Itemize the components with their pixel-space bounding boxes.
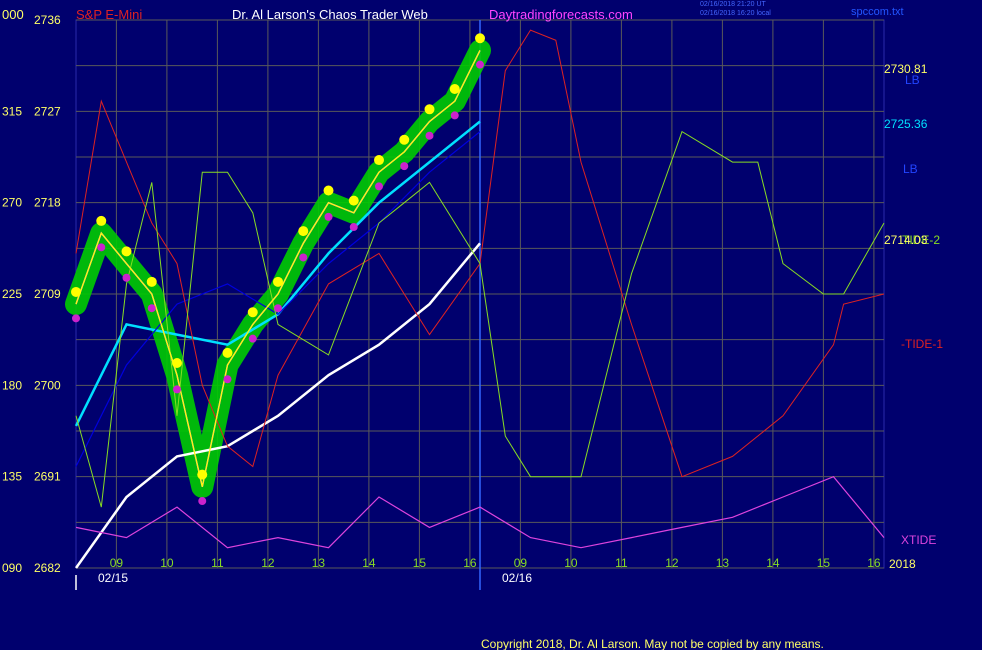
symbol-label: S&P E-Mini (76, 7, 142, 22)
y-tick-label: 2718 (34, 196, 61, 210)
high-dot (197, 469, 208, 480)
y-tick-label: 2709 (34, 287, 61, 301)
chart-title: Dr. Al Larson's Chaos Trader Web (232, 7, 428, 22)
high-dot (222, 347, 233, 358)
chart-canvas: 2736 2727 315 2718 270 2709 225 2700 180 2691 135 2… (0, 0, 982, 650)
high-dot (323, 185, 334, 196)
x-tick-label: 09 (110, 556, 124, 570)
timestamp-local: 02/16/2018 16:20 local (700, 10, 771, 17)
xtide-label: XTIDE (901, 533, 936, 547)
tide1-label: -TIDE-1 (901, 337, 943, 351)
y-tick-label: 2700 (34, 378, 61, 392)
low-dot (450, 111, 459, 120)
high-dot (247, 307, 258, 318)
low-dot (122, 273, 131, 282)
x-tick-label: 12 (665, 556, 679, 570)
x-tick-label: 14 (362, 556, 376, 570)
date-label: 02/15 (98, 571, 128, 585)
low-dot (248, 334, 257, 343)
x-tick-label: 10 (160, 556, 174, 570)
top-left-code: 000 (2, 7, 24, 22)
low-dot (349, 223, 358, 232)
x-tick-label: 09 (514, 556, 528, 570)
x-tick-label: 12 (261, 556, 275, 570)
high-dot (273, 276, 283, 287)
high-dot (399, 134, 410, 145)
low-dot (425, 131, 434, 140)
y-code-label: 315 (2, 104, 22, 118)
low-dot (400, 162, 409, 171)
y-code-label: 090 (2, 561, 22, 575)
low-dot (198, 497, 207, 506)
x-tick-label: 16 (463, 556, 477, 570)
high-dot (146, 276, 157, 287)
y-tick-label: 2691 (34, 470, 61, 484)
lb-value-label: 2725.36 (884, 117, 928, 131)
year-label: 2018 (889, 557, 916, 571)
lb-label: LB (903, 162, 918, 176)
high-dot (475, 33, 485, 44)
high-dot (298, 226, 309, 237)
high-dot (172, 358, 182, 369)
low-dot (223, 375, 232, 384)
low-dot (375, 182, 383, 191)
y-code-label: 225 (2, 287, 22, 301)
x-tick-label: 13 (312, 556, 326, 570)
high-dot (424, 104, 435, 115)
y-tick-label: 2736 (34, 13, 61, 27)
low-dot (274, 304, 282, 313)
timestamp-ut: 02/16/2018 21:20 UT (700, 1, 766, 8)
low-dot (72, 314, 80, 323)
y-code-label: 135 (2, 470, 22, 484)
x-tick-label: 14 (766, 556, 780, 570)
y-tick-label: 2727 (34, 104, 61, 118)
x-tick-label: 13 (716, 556, 730, 570)
high-dot (449, 84, 460, 95)
copyright: Copyright 2018, Dr. Al Larson. May not b… (481, 637, 824, 650)
low-dot (97, 243, 106, 252)
lb-label-top: LB (905, 73, 920, 87)
y-code-label: 180 (2, 378, 22, 392)
tide2-value-label: 2714.03 (884, 233, 928, 247)
y-code-label: 270 (2, 196, 22, 210)
site-link[interactable]: Daytradingforecasts.com (489, 7, 633, 22)
x-tick-label: 11 (615, 556, 628, 570)
high-dot (96, 215, 107, 226)
low-dot (324, 212, 333, 221)
x-tick-label: 16 (867, 556, 881, 570)
high-dot (71, 286, 81, 297)
x-tick-label: 10 (564, 556, 578, 570)
y-tick-label: 2682 (34, 561, 61, 575)
high-dot (348, 195, 359, 206)
low-dot (173, 385, 181, 394)
low-dot (476, 60, 484, 69)
date-label: 02/16 (502, 571, 532, 585)
high-dot (121, 246, 132, 257)
x-tick-label: 11 (211, 556, 224, 570)
data-file-label: spccom.txt (851, 6, 904, 18)
low-dot (299, 253, 308, 262)
x-tick-label: 15 (413, 556, 427, 570)
low-dot (147, 304, 156, 313)
high-dot (374, 155, 384, 166)
x-tick-label: 15 (817, 556, 831, 570)
